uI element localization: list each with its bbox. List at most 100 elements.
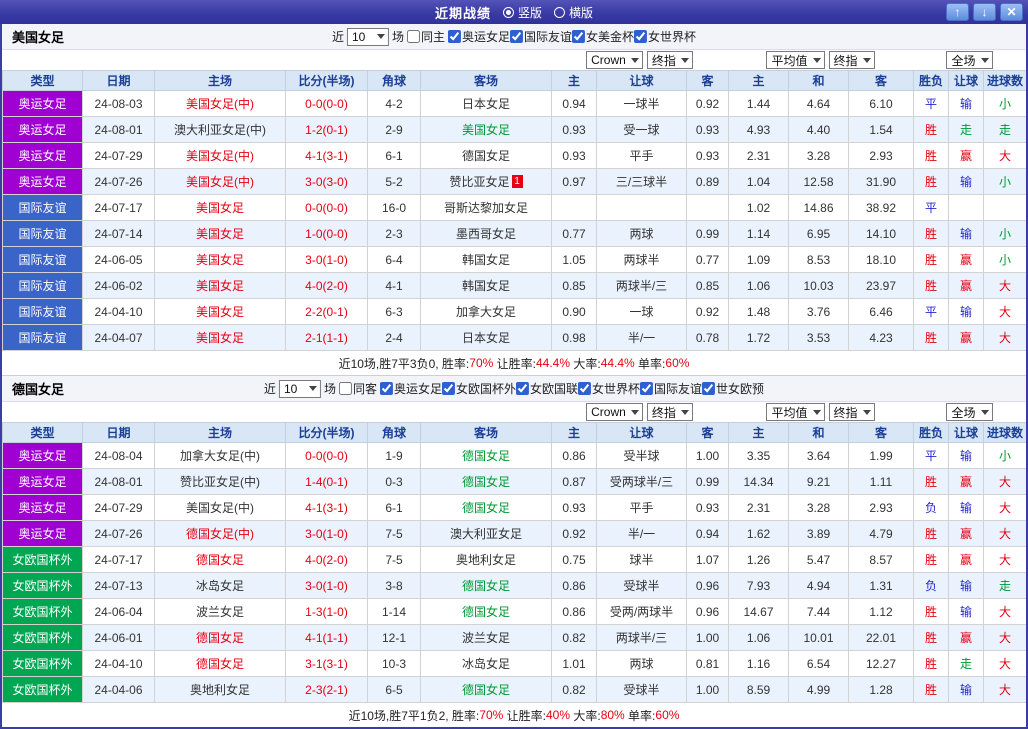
cell-avg-draw-odds: 4.64 [788, 90, 849, 117]
cell-away-team: 奥地利女足 [420, 546, 552, 573]
league-checkbox-input[interactable] [572, 29, 586, 43]
section-germany-women: 德国女足 近 10 场 同客 奥运女足 女欧国杯外 女欧国联 女世界杯 国际友谊 世女欧预… [2, 376, 1026, 727]
league-checkbox[interactable]: 奥运女足 [379, 380, 442, 397]
cell-handicap-home-odds: 0.93 [551, 142, 597, 169]
league-checkbox-input[interactable] [516, 381, 530, 395]
league-label: 奥运女足 [393, 381, 442, 396]
cell-avg-away-odds: 23.97 [848, 272, 914, 299]
scroll-up-button[interactable]: ↑ [946, 3, 969, 21]
cell-home-team: 加拿大女足(中) [154, 442, 286, 469]
cell-avg-away-odds: 12.27 [848, 650, 914, 677]
cell-date: 24-07-29 [82, 142, 155, 169]
cell-away-team: 德国女足 [420, 572, 552, 599]
scope-select[interactable]: 全场 [946, 403, 993, 421]
league-checkbox-input[interactable] [702, 381, 716, 395]
chevron-down-icon [812, 409, 821, 415]
cell-league-type: 国际友谊 [2, 298, 83, 325]
cell-avg-draw-odds: 6.95 [788, 220, 849, 247]
bookmaker-index-select[interactable]: 终指 [646, 51, 693, 69]
cell-avg-away-odds: 6.46 [848, 298, 914, 325]
league-checkbox-input[interactable] [441, 381, 455, 395]
cell-away-team: 加拿大女足 [420, 298, 552, 325]
league-checkbox[interactable]: 国际友谊 [510, 28, 572, 45]
match-row: 奥运女足 24-08-01 赞比亚女足(中) 1-4(0-1) 0-3 德国女足 0.87 受… [2, 468, 1026, 495]
league-checkbox[interactable]: 女世界杯 [634, 28, 696, 45]
cell-handicap-home-odds: 0.82 [551, 676, 597, 703]
chevron-down-icon [680, 409, 689, 415]
average-index-select[interactable]: 终指 [828, 403, 875, 421]
cell-avg-home-odds: 4.93 [728, 116, 789, 143]
bookmaker-select[interactable]: Crown [586, 51, 643, 69]
cell-score: 4-0(2-0) [285, 546, 368, 573]
cell-goals-result: 小 [983, 90, 1026, 117]
same-venue-checkbox-input[interactable] [338, 382, 352, 395]
column-header: 日期 [82, 422, 155, 443]
column-header: 客 [686, 422, 729, 443]
cell-result: 平 [913, 90, 949, 117]
cell-league-type: 奥运女足 [2, 116, 83, 143]
cell-result: 胜 [913, 546, 949, 573]
cell-handicap-line: 受两/两球半 [596, 598, 687, 625]
cell-handicap-home-odds: 0.75 [551, 546, 597, 573]
cell-corners: 0-3 [367, 468, 421, 495]
bookmaker-index-select[interactable]: 终指 [646, 403, 693, 421]
cell-avg-away-odds: 4.23 [848, 324, 914, 351]
league-checkbox[interactable]: 女世界杯 [578, 380, 640, 397]
cell-home-team: 德国女足 [154, 546, 286, 573]
cell-league-type: 女欧国杯外 [2, 598, 83, 625]
league-checkbox[interactable]: 奥运女足 [447, 28, 510, 45]
league-checkbox-input[interactable] [634, 29, 648, 43]
league-checkbox-input[interactable] [510, 29, 524, 43]
cell-avg-home-odds: 14.34 [728, 468, 789, 495]
close-button[interactable]: ✕ [1000, 3, 1023, 21]
cell-home-team: 德国女足(中) [154, 520, 286, 547]
scope-select-group: 全场 [913, 403, 1026, 421]
cell-avg-draw-odds: 4.94 [788, 572, 849, 599]
table-header-row: 类型 日期 主场 比分(半场) 角球 客场主让球客主和客胜负 让球 进球数 [2, 422, 1026, 443]
league-checkbox-input[interactable] [379, 381, 393, 395]
cell-handicap-home-odds: 0.93 [551, 494, 597, 521]
column-header: 让球 [596, 422, 687, 443]
cell-away-team: 韩国女足 [420, 246, 552, 273]
league-checkbox[interactable]: 女欧国杯外 [441, 380, 517, 397]
cell-handicap-away-odds: 0.78 [686, 324, 729, 351]
cell-score: 1-3(1-0) [285, 598, 368, 625]
average-select[interactable]: 平均值 [766, 403, 825, 421]
cell-handicap-away-odds: 0.96 [686, 598, 729, 625]
league-checkbox[interactable]: 世女欧预 [702, 380, 764, 397]
average-index-select[interactable]: 终指 [828, 51, 875, 69]
select-value: 平均值 [771, 53, 808, 68]
league-checkbox[interactable]: 国际友谊 [640, 380, 702, 397]
same-venue-checkbox[interactable]: 同客 [338, 380, 377, 397]
same-venue-checkbox[interactable]: 同主 [406, 28, 445, 45]
layout-radio-vertical[interactable]: 竖版 [502, 4, 542, 21]
titlebar-center: 近期战绩 竖版 横版 [435, 3, 593, 22]
league-checkbox-input[interactable] [640, 381, 654, 395]
league-checkbox-input[interactable] [578, 381, 592, 395]
league-label: 女世界杯 [592, 381, 641, 396]
league-checkbox-input[interactable] [447, 29, 461, 43]
cell-corners: 5-2 [367, 168, 421, 195]
scope-select[interactable]: 全场 [946, 51, 993, 69]
cell-avg-draw-odds: 9.21 [788, 468, 849, 495]
cell-avg-home-odds: 1.44 [728, 90, 789, 117]
bookmaker-select[interactable]: Crown [586, 403, 643, 421]
column-header: 日期 [82, 70, 155, 91]
league-checkbox[interactable]: 女美金杯 [572, 28, 634, 45]
cell-date: 24-08-01 [82, 116, 155, 143]
column-header: 比分(半场) [285, 70, 368, 91]
column-header: 客 [686, 70, 729, 91]
league-label: 女欧国杯外 [455, 381, 517, 396]
cell-handicap-line: 一球半 [596, 90, 687, 117]
same-venue-checkbox-input[interactable] [406, 30, 420, 43]
match-count-select[interactable]: 10 [346, 27, 389, 46]
league-checkbox[interactable]: 女欧国联 [516, 380, 578, 397]
chevron-down-icon [680, 57, 689, 63]
layout-radio-horizontal[interactable]: 横版 [554, 4, 593, 21]
scroll-down-button[interactable]: ↓ [973, 3, 996, 21]
match-count-select[interactable]: 10 [278, 379, 321, 398]
average-select[interactable]: 平均值 [766, 51, 825, 69]
cell-home-team: 美国女足 [154, 272, 286, 299]
column-header: 胜负 [913, 422, 949, 443]
cell-away-team: 日本女足 [420, 324, 552, 351]
